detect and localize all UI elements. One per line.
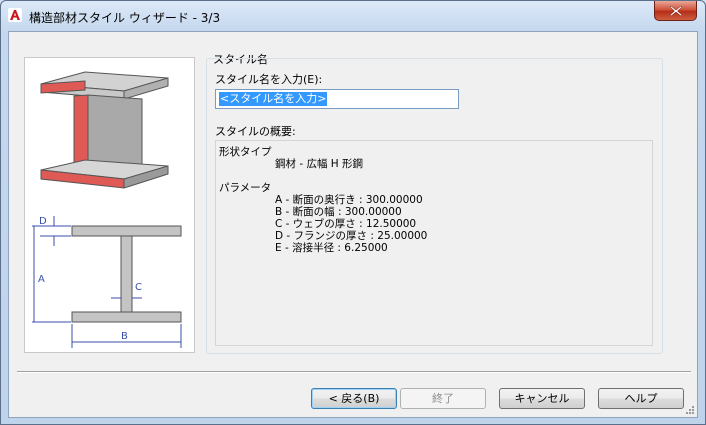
ibeam-3d-image <box>40 71 169 189</box>
wizard-window: 構造部材スタイル ウィザード - 3/3 D A C B スタイル名 スタイル名… <box>0 0 706 425</box>
style-name-input[interactable]: <スタイル名を入力> <box>215 89 459 109</box>
dim-label-a: A <box>38 274 45 285</box>
dialog-body: D A C B スタイル名 スタイル名を入力(E): <スタイル名を入力> スタ… <box>8 31 698 418</box>
dim-label-c: C <box>135 282 142 293</box>
parameters-label: パラメータ <box>219 182 272 194</box>
ibeam-illustration: D A C B <box>24 57 195 353</box>
parameter-line: E - 溶接半径 : 6.25000 <box>275 242 388 254</box>
close-icon <box>670 6 682 16</box>
resize-grip-icon[interactable] <box>684 404 695 415</box>
shape-type-label: 形状タイプ <box>219 146 272 158</box>
style-name-input-value: <スタイル名を入力> <box>219 92 328 106</box>
ibeam-section-drawing <box>32 216 182 348</box>
style-name-field-label: スタイル名を入力(E): <box>215 73 323 86</box>
shape-type-value: 鋼材 - 広幅 H 形鋼 <box>275 158 364 170</box>
back-button[interactable]: < 戻る(B) <box>311 388 397 409</box>
summary-label: スタイルの概要: <box>215 125 296 138</box>
cancel-button[interactable]: キャンセル <box>499 388 585 409</box>
dim-label-b: B <box>121 331 128 342</box>
help-button[interactable]: ヘルプ <box>598 388 684 409</box>
title-bar[interactable]: 構造部材スタイル ウィザード - 3/3 <box>1 1 705 31</box>
ibeam-drawing: D A C B <box>32 71 182 348</box>
close-button[interactable] <box>654 1 697 21</box>
button-divider <box>17 371 691 373</box>
dim-label-d: D <box>39 216 47 227</box>
summary-panel: 形状タイプ 鋼材 - 広幅 H 形鋼 パラメータ A - 断面の奥行き : 30… <box>215 140 653 346</box>
window-title: 構造部材スタイル ウィザード - 3/3 <box>29 11 221 25</box>
finish-button: 終了 <box>400 388 486 409</box>
autocad-app-icon <box>8 8 22 22</box>
